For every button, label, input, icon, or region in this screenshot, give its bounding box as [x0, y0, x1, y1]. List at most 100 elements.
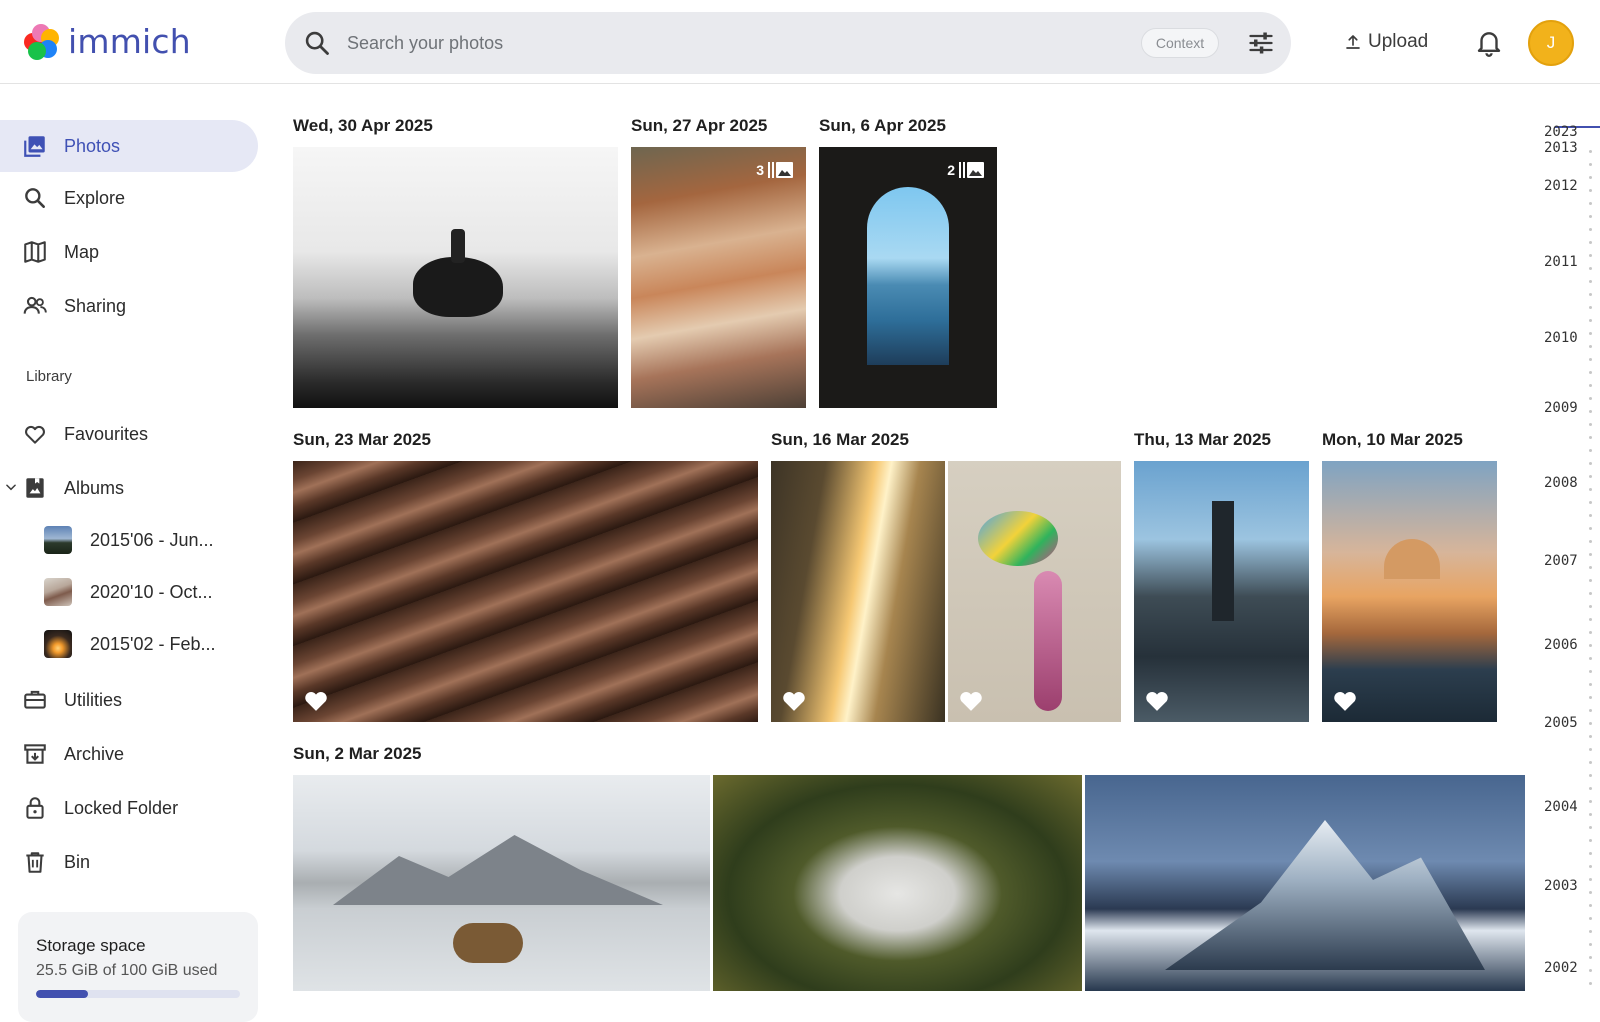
- scrubber-tick: [1589, 943, 1592, 946]
- album-name: 2015'06 - Jun...: [90, 529, 214, 550]
- scrubber-year[interactable]: 2009: [1544, 400, 1578, 416]
- photo-thumbnail[interactable]: [948, 461, 1121, 722]
- album-thumbnail: [44, 630, 72, 658]
- scrubber-tick: [1589, 449, 1592, 452]
- date-group-label[interactable]: Mon, 10 Mar 2025: [1322, 430, 1463, 450]
- photo-thumbnail[interactable]: [293, 147, 618, 408]
- photo-thumbnail[interactable]: [1322, 461, 1497, 722]
- scrubber-year[interactable]: 2011: [1544, 254, 1578, 270]
- photo-thumbnail[interactable]: [293, 461, 758, 722]
- favourite-heart-icon[interactable]: [781, 688, 807, 712]
- scrubber-tick: [1589, 761, 1592, 764]
- scrubber-tick: [1589, 319, 1592, 322]
- favourite-heart-icon[interactable]: [303, 688, 329, 712]
- sidebar-item-label: Utilities: [64, 689, 123, 710]
- sidebar-album-item[interactable]: 2015'06 - Jun...: [44, 520, 214, 560]
- scrubber-tick: [1589, 189, 1592, 192]
- scrubber-tick: [1589, 748, 1592, 751]
- scrubber-year[interactable]: 2012: [1544, 178, 1578, 194]
- scrubber-year[interactable]: 2003: [1544, 878, 1578, 894]
- timeline-scrubber[interactable]: 2023 2013 2012 2011 2010 2009 2008 2007 …: [1520, 90, 1600, 1000]
- photo-thumbnail[interactable]: 2: [819, 147, 997, 408]
- app-logo[interactable]: immich: [22, 22, 191, 61]
- context-search-chip[interactable]: Context: [1141, 28, 1219, 58]
- scrubber-tick: [1589, 254, 1592, 257]
- sidebar-item-utilities[interactable]: Utilities: [0, 674, 258, 726]
- scrubber-year[interactable]: 2023: [1544, 124, 1578, 140]
- photo-thumbnail[interactable]: [1085, 775, 1525, 991]
- top-bar: immich Context Upload J: [0, 0, 1600, 84]
- scrubber-year[interactable]: 2013: [1544, 140, 1578, 156]
- storage-progress-bar: [36, 990, 240, 998]
- search-bar[interactable]: Context: [285, 12, 1291, 74]
- favourite-heart-icon[interactable]: [958, 688, 984, 712]
- scrubber-tick: [1589, 878, 1592, 881]
- search-input[interactable]: [347, 26, 1107, 60]
- sidebar-item-label: Archive: [64, 743, 125, 764]
- sidebar-item-label: Sharing: [64, 295, 127, 316]
- search-filter-icon[interactable]: [1247, 29, 1275, 57]
- scrubber-tick: [1589, 345, 1592, 348]
- scrubber-tick: [1589, 384, 1592, 387]
- scrubber-tick: [1589, 982, 1592, 985]
- sidebar-item-favourites[interactable]: Favourites: [0, 408, 258, 460]
- chevron-down-icon[interactable]: [4, 480, 18, 494]
- scrubber-year[interactable]: 2006: [1544, 637, 1578, 653]
- trash-icon: [26, 852, 44, 873]
- date-group-label[interactable]: Sun, 6 Apr 2025: [819, 116, 946, 136]
- scrubber-year[interactable]: 2002: [1544, 960, 1578, 976]
- sidebar-item-locked-folder[interactable]: Locked Folder: [0, 782, 258, 834]
- scrubber-year[interactable]: 2007: [1544, 553, 1578, 569]
- scrubber-tick: [1589, 800, 1592, 803]
- stack-badge: 3: [756, 161, 794, 179]
- scrubber-tick: [1589, 371, 1592, 374]
- scrubber-tick: [1589, 436, 1592, 439]
- archive-icon: [24, 744, 46, 764]
- scrubber-tick: [1589, 865, 1592, 868]
- scrubber-tick: [1589, 241, 1592, 244]
- date-group-label[interactable]: Sun, 27 Apr 2025: [631, 116, 767, 136]
- favourite-heart-icon[interactable]: [1332, 688, 1358, 712]
- sidebar-item-albums[interactable]: Albums: [0, 462, 258, 514]
- stack-icon: [768, 162, 793, 178]
- photo-thumbnail[interactable]: [771, 461, 945, 722]
- people-icon: [23, 296, 47, 314]
- stack-icon: [959, 162, 984, 178]
- scrubber-year[interactable]: 2008: [1544, 475, 1578, 491]
- sidebar-item-archive[interactable]: Archive: [0, 728, 258, 780]
- favourite-heart-icon[interactable]: [1144, 688, 1170, 712]
- photo-thumbnail[interactable]: [293, 775, 710, 991]
- search-icon[interactable]: [303, 29, 331, 57]
- stack-badge: 2: [947, 161, 985, 179]
- notifications-bell-icon[interactable]: [1474, 26, 1504, 58]
- photo-thumbnail[interactable]: [713, 775, 1082, 991]
- scrubber-tick: [1589, 852, 1592, 855]
- photo-thumbnail[interactable]: [1134, 461, 1309, 722]
- sidebar-item-label: Albums: [64, 477, 125, 498]
- sidebar-item-explore[interactable]: Explore: [0, 172, 258, 224]
- scrubber-year[interactable]: 2005: [1544, 715, 1578, 731]
- date-group-label[interactable]: Sun, 23 Mar 2025: [293, 430, 431, 450]
- date-group-label[interactable]: Wed, 30 Apr 2025: [293, 116, 433, 136]
- scrubber-year[interactable]: 2004: [1544, 799, 1578, 815]
- sidebar-album-item[interactable]: 2015'02 - Feb...: [44, 624, 216, 664]
- user-avatar[interactable]: J: [1528, 20, 1574, 66]
- sidebar-item-map[interactable]: Map: [0, 226, 258, 278]
- photo-thumbnail[interactable]: 3: [631, 147, 806, 408]
- upload-button[interactable]: Upload: [1344, 24, 1428, 60]
- date-group-label[interactable]: Sun, 16 Mar 2025: [771, 430, 909, 450]
- sidebar-item-sharing[interactable]: Sharing: [0, 280, 258, 332]
- toolbox-icon: [24, 690, 46, 709]
- sidebar-item-bin[interactable]: Bin: [0, 836, 258, 888]
- scrubber-year[interactable]: 2010: [1544, 330, 1578, 346]
- scrubber-tick: [1589, 202, 1592, 205]
- album-icon: [26, 478, 44, 498]
- scrubber-tick: [1589, 592, 1592, 595]
- scrubber-tick: [1589, 891, 1592, 894]
- sidebar-item-photos[interactable]: Photos: [0, 120, 258, 172]
- date-group-label[interactable]: Thu, 13 Mar 2025: [1134, 430, 1271, 450]
- sidebar-album-item[interactable]: 2020'10 - Oct...: [44, 572, 213, 612]
- date-group-label[interactable]: Sun, 2 Mar 2025: [293, 744, 422, 764]
- scrubber-tick: [1589, 514, 1592, 517]
- scrubber-tick: [1589, 644, 1592, 647]
